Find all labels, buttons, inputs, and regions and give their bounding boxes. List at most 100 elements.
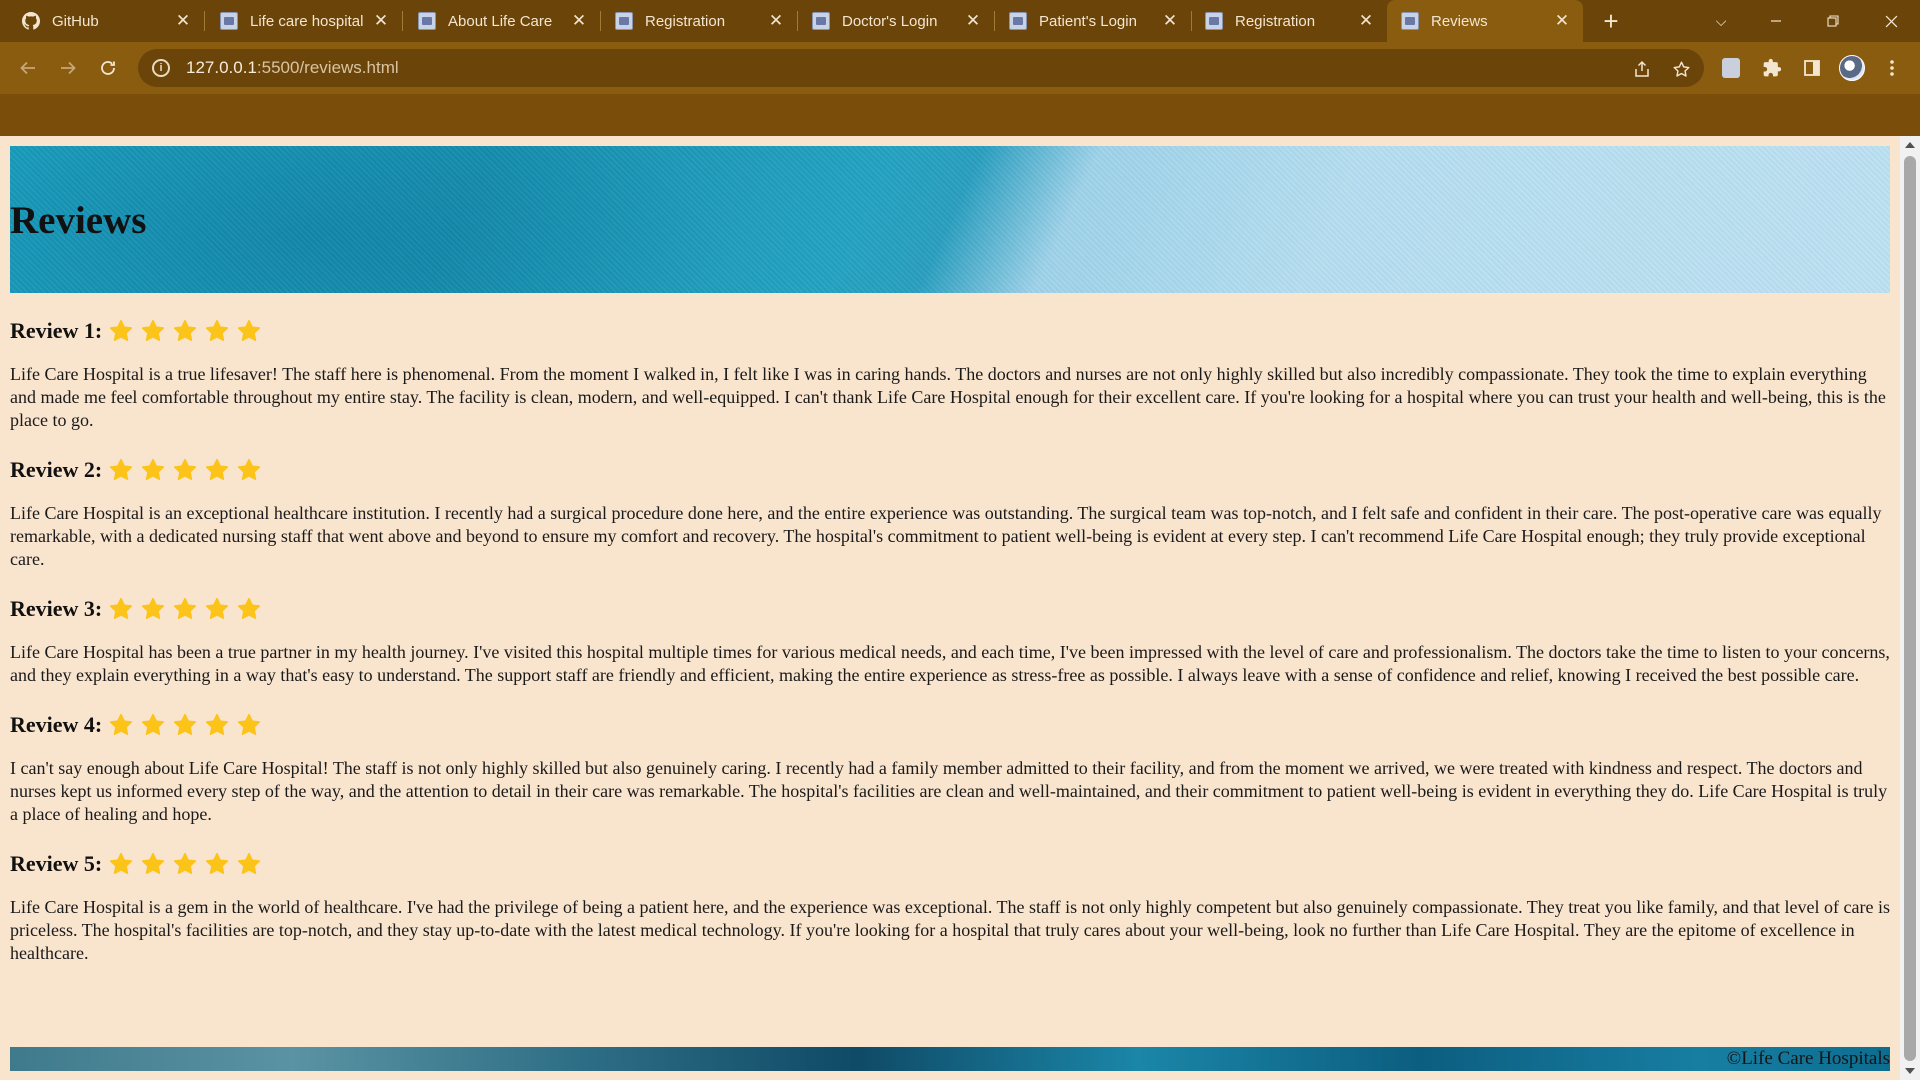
star-rating bbox=[108, 851, 268, 877]
tab-strip: GitHub ✕ Life care hospital ✕ About Life… bbox=[0, 0, 1920, 42]
tab-title: Reviews bbox=[1431, 12, 1488, 30]
site-favicon-icon bbox=[220, 12, 238, 30]
star-icon bbox=[236, 457, 262, 483]
tab-close-icon[interactable]: ✕ bbox=[368, 8, 394, 34]
share-icon[interactable] bbox=[1631, 58, 1653, 80]
back-arrow-icon[interactable] bbox=[12, 52, 44, 84]
tab-title: Registration bbox=[645, 12, 726, 30]
star-icon bbox=[204, 851, 230, 877]
star-icon bbox=[236, 851, 262, 877]
review-heading: Review 3: bbox=[10, 596, 103, 621]
site-favicon-icon bbox=[1401, 12, 1419, 30]
tab-about-life-care[interactable]: About Life Care ✕ bbox=[404, 0, 601, 42]
star-rating bbox=[108, 712, 268, 738]
extension-app-icon[interactable] bbox=[1717, 54, 1745, 82]
star-icon bbox=[140, 851, 166, 877]
bookmarks-bar bbox=[0, 94, 1920, 136]
page-header-banner: Reviews bbox=[10, 146, 1890, 293]
extensions-puzzle-icon[interactable] bbox=[1758, 54, 1786, 82]
site-favicon-icon bbox=[418, 12, 436, 30]
star-icon bbox=[108, 457, 134, 483]
star-icon bbox=[108, 851, 134, 877]
star-icon bbox=[172, 457, 198, 483]
tab-patients-login[interactable]: Patient's Login ✕ bbox=[995, 0, 1192, 42]
address-bar[interactable]: i 127.0.0.1:5500/reviews.html bbox=[138, 49, 1704, 87]
tab-close-icon[interactable]: ✕ bbox=[763, 8, 789, 34]
review-3: Review 3: Life Care Hospital has been a … bbox=[10, 594, 1890, 687]
page-viewport: Reviews Review 1: Life Care Hospital is … bbox=[0, 136, 1920, 1080]
scroll-up-arrow-icon[interactable] bbox=[1905, 142, 1915, 148]
forward-arrow-icon[interactable] bbox=[52, 52, 84, 84]
review-heading: Review 1: bbox=[10, 318, 103, 343]
bookmark-star-icon[interactable] bbox=[1670, 58, 1692, 80]
tab-github[interactable]: GitHub ✕ bbox=[8, 0, 205, 42]
star-icon bbox=[108, 712, 134, 738]
star-icon bbox=[108, 318, 134, 344]
tab-title: About Life Care bbox=[448, 12, 553, 30]
tab-close-icon[interactable]: ✕ bbox=[1353, 8, 1379, 34]
review-1: Review 1: Life Care Hospital is a true l… bbox=[10, 316, 1890, 432]
site-info-icon[interactable]: i bbox=[152, 59, 170, 77]
tab-title: Registration bbox=[1235, 12, 1316, 30]
browser-toolbar: i 127.0.0.1:5500/reviews.html bbox=[0, 42, 1920, 94]
star-rating bbox=[108, 318, 268, 344]
star-icon bbox=[172, 712, 198, 738]
tab-title: Life care hospital bbox=[250, 12, 364, 30]
tab-search-chevron-down-icon[interactable]: ⌵ bbox=[1706, 0, 1736, 42]
side-panel-icon[interactable] bbox=[1798, 54, 1826, 82]
window-close-icon[interactable] bbox=[1873, 0, 1909, 42]
review-heading: Review 2: bbox=[10, 457, 103, 482]
review-text: Life Care Hospital is a true lifesaver! … bbox=[10, 364, 1886, 430]
star-icon bbox=[172, 851, 198, 877]
site-favicon-icon bbox=[1009, 12, 1027, 30]
star-icon bbox=[140, 318, 166, 344]
star-icon bbox=[204, 712, 230, 738]
star-icon bbox=[236, 712, 262, 738]
github-icon bbox=[22, 12, 40, 30]
star-icon bbox=[140, 457, 166, 483]
star-icon bbox=[140, 596, 166, 622]
star-icon bbox=[204, 457, 230, 483]
review-2: Review 2: Life Care Hospital is an excep… bbox=[10, 455, 1890, 571]
new-tab-plus-icon[interactable]: + bbox=[1596, 0, 1626, 42]
review-5: Review 5: Life Care Hospital is a gem in… bbox=[10, 849, 1890, 965]
tab-close-icon[interactable]: ✕ bbox=[1549, 8, 1575, 34]
restore-icon[interactable] bbox=[1815, 0, 1851, 42]
tab-close-icon[interactable]: ✕ bbox=[1157, 8, 1183, 34]
review-text: Life Care Hospital is an exceptional hea… bbox=[10, 503, 1882, 569]
scrollbar-thumb[interactable] bbox=[1904, 156, 1916, 1061]
url-path: :5500/reviews.html bbox=[256, 58, 399, 77]
tab-close-icon[interactable]: ✕ bbox=[170, 8, 196, 34]
minimize-icon[interactable] bbox=[1758, 0, 1794, 42]
star-icon bbox=[236, 318, 262, 344]
tab-reviews[interactable]: Reviews ✕ bbox=[1387, 0, 1583, 42]
star-icon bbox=[108, 596, 134, 622]
tab-close-icon[interactable]: ✕ bbox=[960, 8, 986, 34]
star-rating bbox=[108, 457, 268, 483]
review-heading: Review 5: bbox=[10, 851, 103, 876]
review-text: Life Care Hospital has been a true partn… bbox=[10, 642, 1890, 685]
tab-registration-2[interactable]: Registration ✕ bbox=[1191, 0, 1387, 42]
url-host: 127.0.0.1 bbox=[186, 58, 257, 77]
page-title: Reviews bbox=[10, 199, 147, 242]
address-url[interactable]: 127.0.0.1:5500/reviews.html bbox=[186, 58, 399, 78]
star-icon bbox=[204, 596, 230, 622]
tab-registration[interactable]: Registration ✕ bbox=[601, 0, 798, 42]
star-icon bbox=[140, 712, 166, 738]
site-favicon-icon bbox=[615, 12, 633, 30]
profile-avatar[interactable] bbox=[1838, 54, 1866, 82]
tab-doctors-login[interactable]: Doctor's Login ✕ bbox=[798, 0, 995, 42]
star-icon bbox=[172, 318, 198, 344]
reload-icon[interactable] bbox=[92, 52, 124, 84]
menu-kebab-icon[interactable] bbox=[1878, 54, 1906, 82]
page-scrollbar[interactable] bbox=[1900, 136, 1920, 1080]
tab-close-icon[interactable]: ✕ bbox=[566, 8, 592, 34]
tab-separator bbox=[402, 11, 403, 31]
star-icon bbox=[204, 318, 230, 344]
tab-life-care-hospital[interactable]: Life care hospital ✕ bbox=[206, 0, 403, 42]
footer-copyright: ©Life Care Hospitals bbox=[1726, 1048, 1890, 1069]
site-favicon-icon bbox=[1205, 12, 1223, 30]
review-4: Review 4: I can't say enough about Life … bbox=[10, 710, 1890, 826]
scroll-down-arrow-icon[interactable] bbox=[1905, 1068, 1915, 1074]
review-text: Life Care Hospital is a gem in the world… bbox=[10, 897, 1890, 963]
